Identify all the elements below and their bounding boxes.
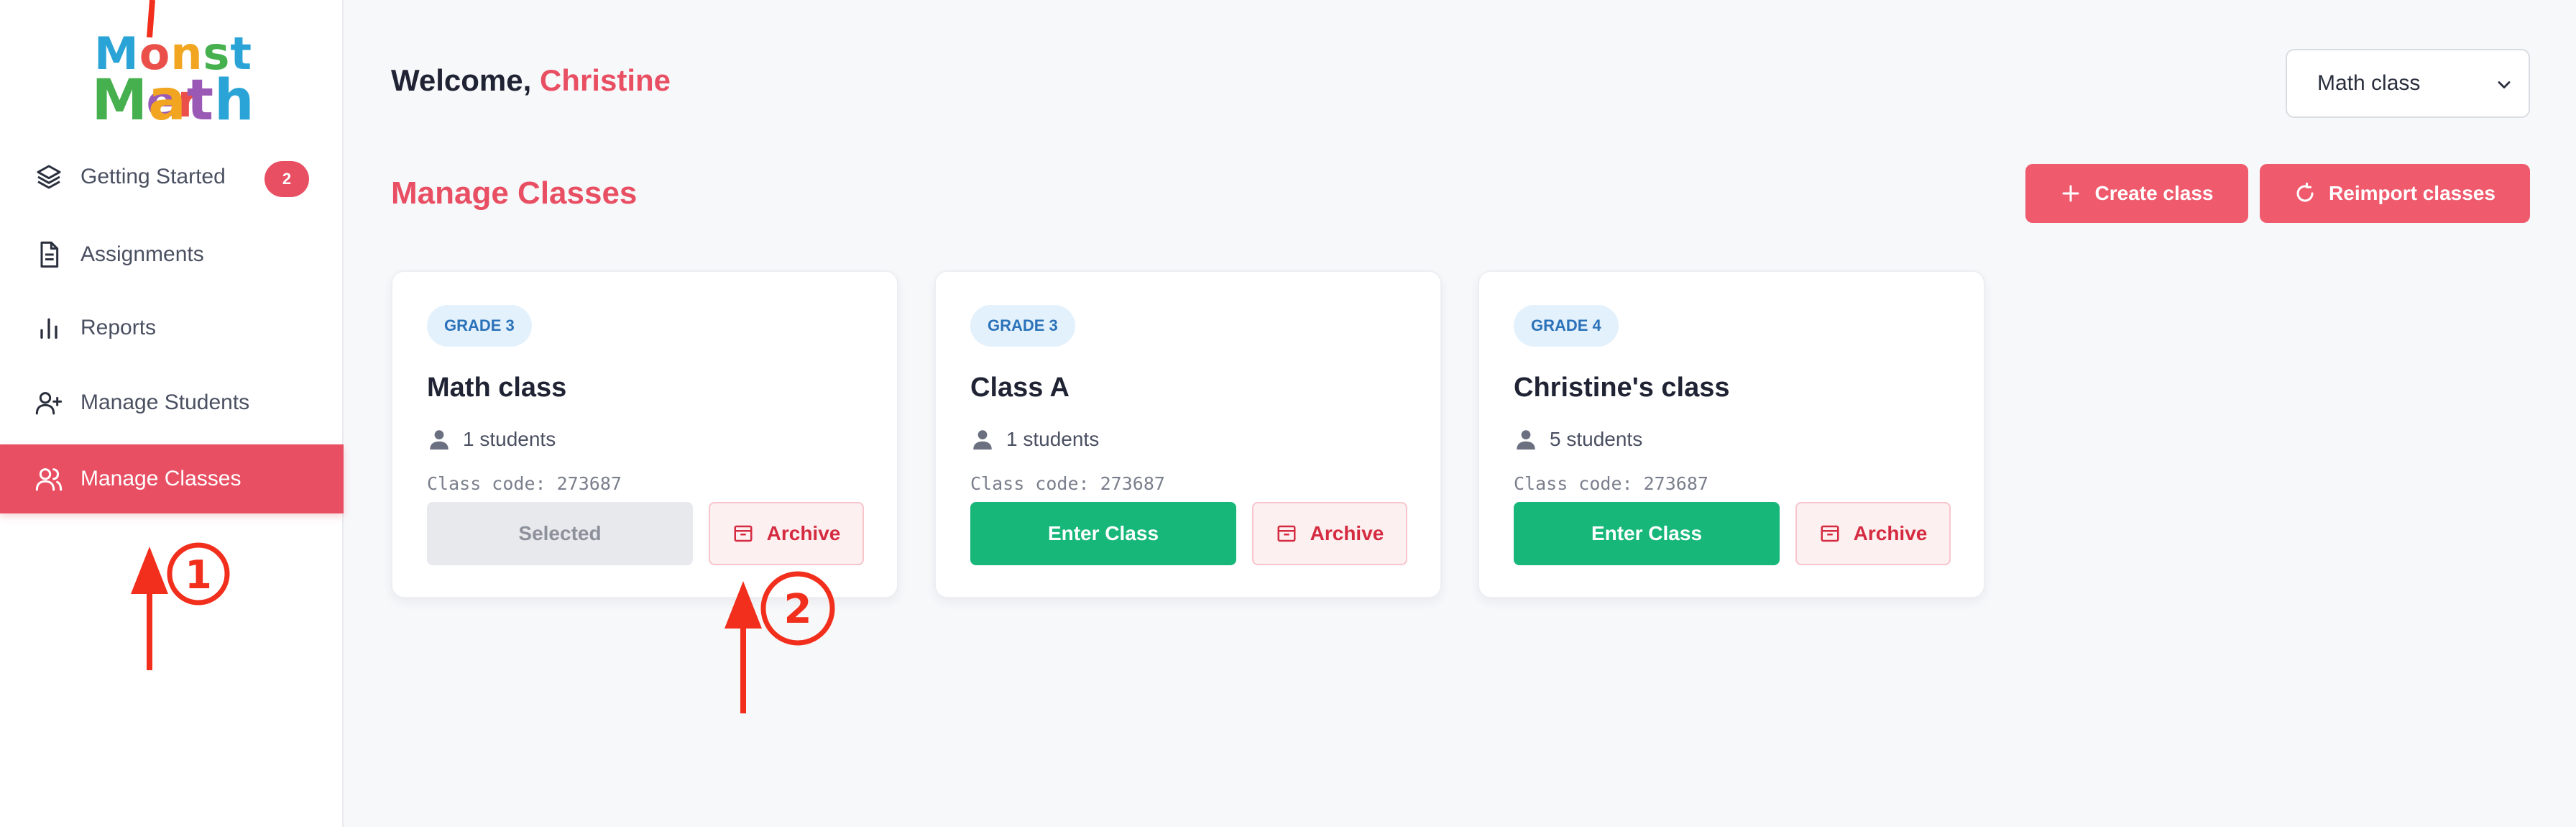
refresh-icon [2296,183,2314,202]
create-class-label: Create class [2094,182,2214,204]
app-window: Monster Math Getting Started 2 Assignmen… [0,0,2576,827]
chevron-down-icon [2498,81,2511,88]
person-icon [973,430,992,450]
welcome-prefix: Welcome, [391,63,540,97]
sidebar-item-label: Reports [80,316,157,339]
archive-button[interactable]: Archive [709,502,864,565]
sidebar-item-assignments[interactable]: Assignments [0,220,344,289]
sidebar-item-label: Assignments [80,242,204,266]
annotation-arrow-2 [724,581,762,713]
sidebar-item-label: Manage Classes [80,467,242,490]
create-class-button[interactable]: Create class [2025,164,2248,223]
archive-icon [1277,525,1296,542]
user-name: Christine [539,63,671,97]
class-card: GRADE 3 Math class 1 students Class code… [391,270,898,598]
archive-button[interactable]: Archive [1252,502,1407,565]
student-count-label: 1 students [463,428,556,450]
archive-label: Archive [1853,522,1928,544]
reimport-classes-label: Reimport classes [2329,182,2496,204]
archive-label: Archive [766,522,841,544]
person-icon [430,430,448,450]
sidebar-item-manage-students[interactable]: Manage Students [0,368,344,437]
person-icon [1517,430,1535,450]
add-user-icon [33,387,65,419]
page-title: Manage Classes [391,175,638,211]
grade-badge: GRADE 4 [1514,305,1619,347]
class-card: GRADE 3 Class A 1 students Class code: 2… [934,270,1442,598]
class-select-dropdown[interactable]: Math class [2286,49,2530,118]
grade-badge: GRADE 3 [427,305,532,347]
users-icon [33,463,65,495]
layers-icon [33,161,65,193]
plus-icon [2062,185,2079,202]
bar-chart-icon [33,312,65,344]
class-title: Class A [970,373,1070,403]
sidebar: Monster Math Getting Started 2 Assignmen… [0,0,344,827]
enter-class-button[interactable]: Enter Class [970,502,1236,565]
student-count: 1 students [970,427,1099,452]
sidebar-item-getting-started[interactable]: Getting Started 2 [0,142,344,211]
student-count-label: 5 students [1550,428,1643,450]
student-count: 1 students [427,427,556,452]
sidebar-item-label: Manage Students [80,390,250,414]
selected-button[interactable]: Selected [427,502,693,565]
sidebar-item-manage-classes[interactable]: Manage Classes [0,444,344,513]
archive-button[interactable]: Archive [1795,502,1951,565]
notification-badge: 2 [264,161,309,197]
class-title: Christine's class [1514,373,1730,403]
document-icon [33,239,65,270]
archive-label: Archive [1310,522,1384,544]
sidebar-item-reports[interactable]: Reports [0,293,344,362]
welcome-heading: Welcome, Christine [391,63,671,98]
grade-badge: GRADE 3 [970,305,1075,347]
class-code: Class code: 273687 [970,473,1165,494]
reimport-classes-button[interactable]: Reimport classes [2260,164,2530,223]
archive-icon [1821,525,1839,542]
class-code: Class code: 273687 [1514,473,1708,494]
sidebar-item-label: Getting Started [80,165,226,188]
student-count-label: 1 students [1006,428,1100,450]
monster-math-logo[interactable]: Monster Math [85,30,262,130]
class-select-value: Math class [2317,71,2421,95]
archive-icon [734,525,753,542]
class-title: Math class [427,373,567,403]
logo-line-math: Math [91,68,255,133]
student-count: 5 students [1514,427,1642,452]
class-code: Class code: 273687 [427,473,622,494]
class-card: GRADE 4 Christine's class 5 students Cla… [1478,270,1985,598]
enter-class-button[interactable]: Enter Class [1514,502,1780,565]
